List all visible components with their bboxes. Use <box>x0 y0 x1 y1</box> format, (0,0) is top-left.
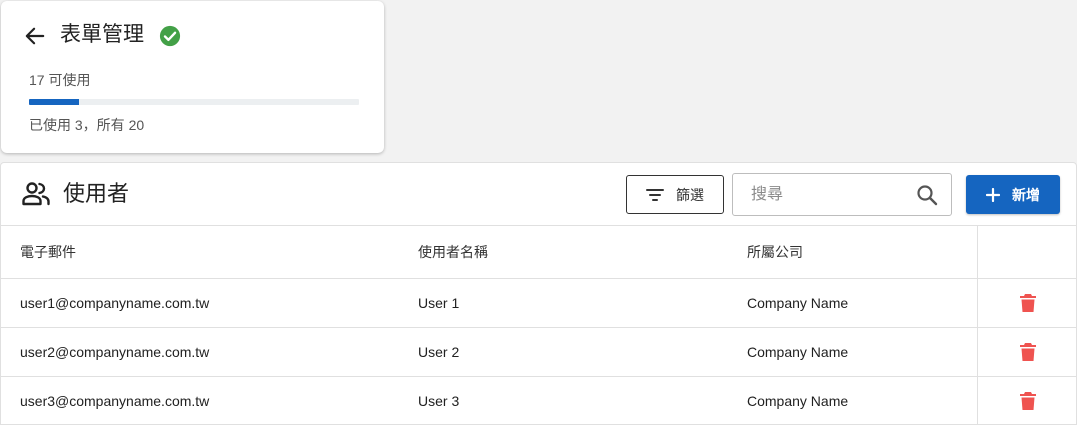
cell-email: user2@companyname.com.tw <box>1 327 399 377</box>
usage-progress-bar <box>29 99 359 105</box>
users-panel: 使用者 篩選 新增 電子郵件 使用者名稱 所屬公司 <box>0 162 1077 425</box>
users-icon <box>22 182 50 206</box>
check-circle-icon <box>159 25 181 47</box>
column-header-email: 電子郵件 <box>1 225 399 279</box>
column-header-username: 使用者名稱 <box>399 225 729 279</box>
cell-email: user3@companyname.com.tw <box>1 376 399 424</box>
table-row: user1@companyname.com.tw User 1 Company … <box>1 278 1076 328</box>
search-icon[interactable] <box>915 183 939 207</box>
add-button-label: 新增 <box>1012 186 1040 203</box>
users-table-container: 電子郵件 使用者名稱 所屬公司 user1@companyname.com.tw… <box>1 225 1076 424</box>
trash-icon[interactable] <box>1019 391 1037 411</box>
column-header-actions <box>976 225 1076 279</box>
section-title: 使用者 <box>63 181 130 206</box>
table-row: user2@companyname.com.tw User 2 Company … <box>1 327 1076 377</box>
filter-button-label: 篩選 <box>676 186 704 203</box>
cell-actions <box>976 376 1076 424</box>
cell-username: User 3 <box>399 376 729 424</box>
usage-summary: 已使用 3，所有 20 <box>29 117 145 133</box>
trash-icon[interactable] <box>1019 293 1037 313</box>
cell-email: user1@companyname.com.tw <box>1 278 399 328</box>
add-user-button[interactable]: 新增 <box>966 175 1060 214</box>
cell-actions <box>976 327 1076 377</box>
cell-username: User 1 <box>399 278 729 328</box>
column-header-company: 所屬公司 <box>729 225 977 279</box>
cell-company: Company Name <box>729 327 977 377</box>
cell-username: User 2 <box>399 327 729 377</box>
table-row: user3@companyname.com.tw User 3 Company … <box>1 376 1076 424</box>
page-title: 表單管理 <box>60 23 144 46</box>
cell-company: Company Name <box>729 278 977 328</box>
users-table: 電子郵件 使用者名稱 所屬公司 user1@companyname.com.tw… <box>1 225 1076 424</box>
search-input[interactable] <box>733 174 908 215</box>
form-summary-card: 表單管理 17 可使用 已使用 3，所有 20 <box>1 1 384 153</box>
filter-button[interactable]: 篩選 <box>626 175 724 214</box>
table-header-row: 電子郵件 使用者名稱 所屬公司 <box>1 225 1076 279</box>
cell-actions <box>976 278 1076 328</box>
usage-progress-fill <box>29 99 79 105</box>
plus-icon <box>986 187 1000 202</box>
search-box <box>732 173 952 216</box>
filter-icon <box>646 188 664 201</box>
trash-icon[interactable] <box>1019 342 1037 362</box>
cell-company: Company Name <box>729 376 977 424</box>
available-count: 17 可使用 <box>29 72 91 88</box>
arrow-left-icon[interactable] <box>24 26 46 46</box>
